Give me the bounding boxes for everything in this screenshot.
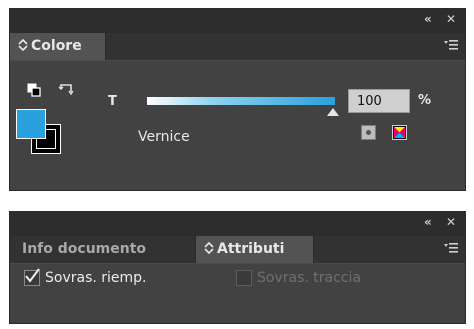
tab-info-documento-label: Info documento (22, 241, 147, 257)
close-icon[interactable]: ✕ (446, 12, 456, 26)
checkbox-box[interactable] (24, 268, 40, 286)
collapse-icon[interactable]: « (424, 12, 432, 26)
color-panel-titlebar: « ✕ (10, 9, 465, 33)
percent-sign: % (418, 93, 432, 108)
tint-label: T (108, 94, 117, 109)
tab-info-documento[interactable]: Info documento (10, 236, 196, 263)
tint-value-input[interactable]: 100 (348, 89, 410, 113)
fill-swatch[interactable] (16, 109, 46, 139)
close-icon[interactable]: ✕ (446, 215, 456, 229)
panel-menu-icon[interactable] (444, 241, 458, 255)
sort-arrows-icon (204, 241, 214, 255)
collapse-icon[interactable]: « (424, 215, 432, 229)
paint-label: Vernice (138, 129, 190, 145)
tab-attributi[interactable]: Attributi (196, 236, 314, 263)
default-fill-stroke-icon[interactable] (27, 83, 41, 97)
overprint-stroke-checkbox[interactable]: Sovras. traccia (236, 269, 361, 287)
registration-swatch-icon[interactable] (392, 125, 407, 140)
tint-slider[interactable] (147, 97, 335, 105)
overprint-stroke-label: Sovras. traccia (257, 270, 361, 286)
tab-colore[interactable]: Colore (10, 33, 106, 60)
tab-attributi-label: Attributi (217, 241, 285, 257)
panel-menu-icon[interactable] (444, 38, 458, 52)
none-swatch-icon[interactable] (361, 125, 376, 140)
attributes-panel-titlebar: « ✕ (10, 212, 465, 236)
tab-colore-label: Colore (31, 38, 82, 54)
swap-fill-stroke-icon[interactable] (58, 82, 74, 98)
overprint-fill-label: Sovras. riemp. (45, 270, 147, 286)
color-panel-tabbar: Colore (10, 33, 465, 61)
overprint-fill-checkbox[interactable]: Sovras. riemp. (24, 268, 147, 287)
sort-arrows-icon (18, 38, 28, 52)
tint-slider-thumb[interactable] (327, 108, 339, 116)
checkbox-box[interactable] (236, 270, 252, 286)
attributes-panel-tabbar: Info documento Attributi (10, 236, 465, 264)
none-swatch-dot (366, 130, 371, 135)
attributes-panel: « ✕ Info documento Attributi (9, 211, 466, 324)
checkmark-icon (25, 268, 40, 283)
